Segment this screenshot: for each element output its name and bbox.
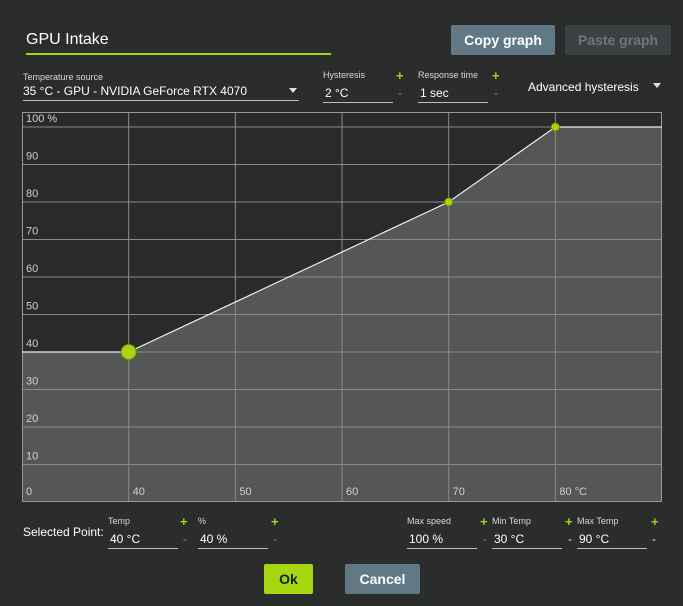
hysteresis-plus-icon[interactable]: + — [396, 69, 404, 82]
advanced-hysteresis-dropdown[interactable]: Advanced hysteresis — [528, 78, 663, 94]
hysteresis-minus-icon[interactable]: - — [398, 86, 402, 100]
selected-point-label: Selected Point: — [23, 525, 104, 539]
temp-label: Temp — [108, 516, 131, 526]
x-tick-label: 60 — [346, 486, 358, 498]
x-tick-label: 40 — [133, 486, 145, 498]
y-tick-label: 30 — [26, 376, 38, 388]
response-time-label: Response time — [418, 70, 479, 80]
ok-button[interactable]: Ok — [264, 564, 313, 594]
x-tick-label: 0 — [26, 486, 32, 498]
cancel-button[interactable]: Cancel — [345, 564, 420, 594]
y-tick-label: 90 — [26, 151, 38, 163]
curve-point[interactable] — [444, 197, 454, 207]
percent-input[interactable]: 40 % — [198, 530, 268, 549]
max-speed-label: Max speed — [407, 516, 452, 526]
temp-minus-icon[interactable]: - — [183, 532, 187, 546]
response-time-plus-icon[interactable]: + — [492, 69, 500, 82]
x-tick-label: 70 — [453, 486, 465, 498]
curve-point[interactable] — [120, 344, 137, 360]
max-temp-label: Max Temp — [577, 516, 619, 526]
y-tick-label: 10 — [26, 451, 38, 463]
y-tick-label: 20 — [26, 413, 38, 425]
y-tick-label: 100 % — [26, 113, 57, 125]
chevron-down-icon — [653, 83, 661, 88]
copy-graph-button[interactable]: Copy graph — [451, 25, 555, 55]
temperature-source-select[interactable]: 35 °C - GPU - NVIDIA GeForce RTX 4070 — [23, 82, 299, 101]
curve-point[interactable] — [550, 122, 560, 132]
response-time-minus-icon[interactable]: - — [494, 86, 498, 100]
max-temp-plus-icon[interactable]: + — [651, 515, 659, 528]
response-time-input[interactable]: 1 sec — [418, 84, 488, 103]
paste-graph-button[interactable]: Paste graph — [565, 25, 671, 55]
temperature-source-value: 35 °C - GPU - NVIDIA GeForce RTX 4070 — [23, 84, 247, 98]
hysteresis-input[interactable]: 2 °C — [323, 84, 393, 103]
fan-curve-svg[interactable]: 100 % 90 80 70 60 50 40 30 20 10 0 40 50 60 70 80 °C — [22, 112, 662, 502]
y-tick-label: 80 — [26, 188, 38, 200]
min-temp-plus-icon[interactable]: + — [565, 515, 573, 528]
max-speed-input[interactable]: 100 % — [407, 530, 477, 549]
percent-plus-icon[interactable]: + — [271, 515, 279, 528]
percent-minus-icon[interactable]: - — [273, 532, 277, 546]
chevron-down-icon — [289, 88, 297, 93]
temp-input[interactable]: 40 °C — [108, 530, 178, 549]
percent-label: % — [198, 516, 207, 526]
y-tick-label: 50 — [26, 301, 38, 313]
y-tick-label: 40 — [26, 338, 38, 350]
temp-plus-icon[interactable]: + — [180, 515, 188, 528]
y-tick-label: 70 — [26, 226, 38, 238]
x-tick-label: 80 °C — [559, 486, 587, 498]
x-tick-label: 50 — [239, 486, 251, 498]
hysteresis-label: Hysteresis — [323, 70, 366, 80]
min-temp-minus-icon[interactable]: - — [568, 532, 572, 546]
min-temp-input[interactable]: 30 °C — [492, 530, 562, 549]
min-temp-label: Min Temp — [492, 516, 531, 526]
curve-name-input[interactable]: GPU Intake — [26, 29, 331, 55]
advanced-hysteresis-label: Advanced hysteresis — [528, 80, 639, 94]
max-temp-input[interactable]: 90 °C — [577, 530, 647, 549]
max-speed-minus-icon[interactable]: - — [483, 532, 487, 546]
max-speed-plus-icon[interactable]: + — [480, 515, 488, 528]
max-temp-minus-icon[interactable]: - — [652, 532, 656, 546]
temperature-source-label: Temperature source — [23, 72, 104, 82]
fan-curve-graph[interactable]: 100 % 90 80 70 60 50 40 30 20 10 0 40 50 60 70 80 °C — [22, 112, 662, 502]
y-tick-label: 60 — [26, 263, 38, 275]
